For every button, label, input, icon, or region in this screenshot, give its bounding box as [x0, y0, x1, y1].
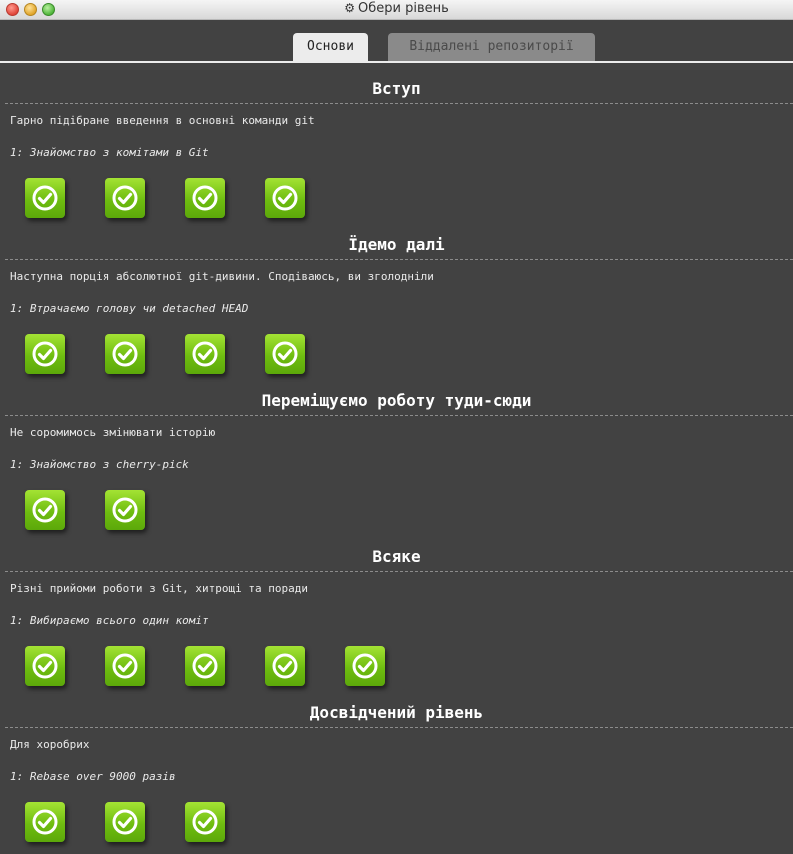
level-button[interactable] — [105, 178, 145, 218]
level-button[interactable] — [345, 646, 385, 686]
sequence-description: Гарно підібране введення в основні коман… — [10, 114, 315, 127]
tab-bar: Основи Віддалені репозиторії — [0, 33, 793, 61]
checkmark-icon — [192, 809, 218, 835]
sequence-description: Наступна порція абсолютної git-дивини. С… — [10, 270, 434, 283]
sequence-title: Вступ — [372, 79, 421, 98]
sequence-title: Всяке — [372, 547, 421, 566]
level-button[interactable] — [25, 490, 65, 530]
level-button[interactable] — [105, 490, 145, 530]
checkmark-icon — [352, 653, 378, 679]
current-level-name: 1: Знайомство з комітами в Git — [10, 146, 209, 159]
tab-remote[interactable]: Віддалені репозиторії — [388, 33, 595, 61]
sequence-description: Для хоробрих — [10, 738, 90, 751]
checkmark-icon — [192, 341, 218, 367]
level-button[interactable] — [185, 178, 225, 218]
level-button[interactable] — [25, 802, 65, 842]
current-level-name: 1: Вибираємо всього один коміт — [10, 614, 209, 627]
checkmark-icon — [112, 185, 138, 211]
level-button[interactable] — [105, 334, 145, 374]
checkmark-icon — [112, 653, 138, 679]
level-button[interactable] — [265, 334, 305, 374]
checkmark-icon — [112, 341, 138, 367]
level-button[interactable] — [25, 334, 65, 374]
tab-basics[interactable]: Основи — [293, 33, 368, 61]
checkmark-icon — [272, 653, 298, 679]
checkmark-icon — [32, 497, 58, 523]
divider — [5, 259, 793, 260]
checkmark-icon — [192, 185, 218, 211]
sequence-description: Не соромимось змінювати історію — [10, 426, 216, 439]
checkmark-icon — [32, 653, 58, 679]
checkmark-icon — [32, 809, 58, 835]
level-button[interactable] — [265, 646, 305, 686]
current-level-name: 1: Rebase over 9000 разів — [10, 770, 176, 783]
sequence-title: Їдемо далі — [348, 235, 445, 254]
tab-underline — [0, 61, 793, 63]
divider — [5, 415, 793, 416]
sequence-description: Різні прийоми роботи з Git, хитрощі та п… — [10, 582, 309, 595]
divider — [5, 103, 793, 104]
level-button[interactable] — [25, 646, 65, 686]
level-button[interactable] — [105, 802, 145, 842]
level-button[interactable] — [25, 178, 65, 218]
checkmark-icon — [272, 185, 298, 211]
divider — [5, 571, 793, 572]
checkmark-icon — [32, 185, 58, 211]
current-level-name: 1: Втрачаємо голову чи detached HEAD — [10, 302, 249, 315]
level-button[interactable] — [185, 802, 225, 842]
window-title: ⚙ Обери рівень — [0, 1, 793, 16]
window-titlebar: ⚙ Обери рівень — [0, 0, 793, 20]
checkmark-icon — [192, 653, 218, 679]
sequence-title: Досвідчений рівень — [309, 703, 484, 722]
gear-icon: ⚙ — [344, 1, 355, 15]
current-level-name: 1: Знайомство з cherry-pick — [10, 458, 189, 471]
checkmark-icon — [112, 497, 138, 523]
level-button[interactable] — [265, 178, 305, 218]
divider — [5, 727, 793, 728]
checkmark-icon — [32, 341, 58, 367]
checkmark-icon — [112, 809, 138, 835]
window-title-text: Обери рівень — [358, 1, 449, 16]
sequence-title: Переміщуємо роботу туди-сюди — [261, 391, 532, 410]
checkmark-icon — [272, 341, 298, 367]
level-button[interactable] — [185, 334, 225, 374]
level-button[interactable] — [185, 646, 225, 686]
level-button[interactable] — [105, 646, 145, 686]
